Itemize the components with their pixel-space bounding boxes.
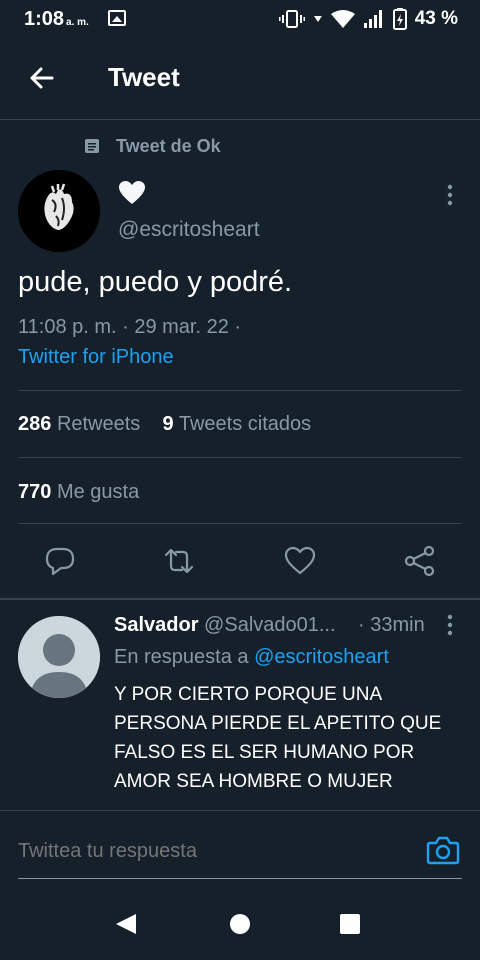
retweet-icon[interactable]: [162, 544, 196, 578]
quotes-count: 9: [162, 413, 174, 435]
in-reply-to: En respuesta a @escritosheart: [114, 646, 389, 669]
tweet-timestamp: 11:08 p. m. · 29 mar. 22 ·: [18, 316, 242, 338]
in-reply-mention[interactable]: @escritosheart: [254, 646, 389, 668]
likes-stat[interactable]: 770 Me gusta: [18, 481, 139, 504]
signal-icon: [363, 10, 382, 28]
status-bar: 1:08 a. m. 43 %: [0, 0, 480, 38]
tweet-context-label: Tweet de Ok: [116, 136, 221, 156]
compose-underline: [18, 878, 462, 879]
share-icon[interactable]: [403, 544, 437, 578]
reply-compose-input[interactable]: [18, 840, 398, 863]
status-time: 1:08 a. m.: [24, 8, 89, 31]
nav-home-icon[interactable]: [230, 914, 250, 934]
tweet-source-link[interactable]: Twitter for iPhone: [18, 346, 174, 369]
wifi-icon: [330, 10, 355, 28]
battery-percent: 43 %: [414, 8, 458, 29]
more-options-icon[interactable]: [446, 184, 454, 206]
reply-author-name[interactable]: Salvador: [114, 614, 198, 636]
vibrate-icon: [278, 10, 305, 28]
status-ampm: a. m.: [66, 17, 89, 28]
retweets-stat[interactable]: 286 Retweets: [18, 413, 140, 435]
likes-label: Me gusta: [56, 481, 140, 503]
divider: [18, 523, 462, 524]
retweets-count: 286: [18, 413, 52, 435]
section-divider: [0, 598, 480, 600]
white-heart-emoji-icon: [119, 181, 145, 204]
reply-time: · 33min: [358, 614, 425, 636]
in-reply-prefix: En respuesta a: [114, 646, 249, 668]
reply-icon[interactable]: [43, 544, 77, 578]
more-options-icon[interactable]: [446, 614, 454, 636]
like-icon[interactable]: [283, 544, 317, 578]
reply-author-avatar[interactable]: [18, 616, 100, 698]
data-arrow-icon: [313, 16, 322, 22]
document-icon: [85, 139, 99, 153]
default-profile-icon: [18, 616, 100, 698]
likes-count: 770: [18, 481, 52, 503]
retweet-stats: 286 Retweets 9 Tweets citados: [18, 413, 311, 436]
page-title: Tweet: [108, 62, 180, 92]
back-arrow-icon[interactable]: [26, 62, 58, 94]
retweets-label: Retweets: [56, 413, 141, 435]
nav-back-icon[interactable]: [114, 912, 138, 936]
reply-header: Salvador @Salvado01...: [114, 614, 336, 637]
reply-text: Y POR CIERTO PORQUE UNA PERSONA PIERDE E…: [114, 684, 442, 792]
nav-recents-icon[interactable]: [340, 914, 360, 934]
status-indicators: 43 %: [278, 8, 458, 30]
author-avatar[interactable]: [18, 170, 100, 252]
status-time-value: 1:08: [24, 8, 65, 30]
divider: [18, 457, 462, 458]
reply-author-handle[interactable]: @Salvado01...: [204, 614, 336, 636]
quotes-label: Tweets citados: [178, 413, 312, 435]
camera-icon[interactable]: [426, 834, 460, 866]
tweet-text: pude, puedo y podré.: [18, 266, 293, 298]
quotes-stat[interactable]: 9 Tweets citados: [163, 413, 312, 435]
battery-icon: [392, 8, 407, 30]
app-header: Tweet: [0, 40, 480, 120]
divider: [18, 390, 462, 391]
compose-divider: [0, 810, 480, 811]
anatomical-heart-image: [18, 170, 100, 252]
author-handle[interactable]: @escritosheart: [118, 218, 260, 242]
gallery-notification-icon: [108, 10, 126, 26]
